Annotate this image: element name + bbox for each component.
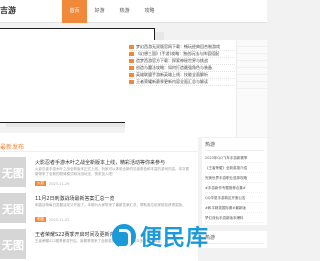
rank-marker (129, 45, 134, 49)
article-meta: 刺激 2023-11-02 (35, 217, 69, 222)
nav-item-hot-games[interactable]: 热游 (112, 0, 137, 23)
article-date: 2023-11-02 (49, 217, 70, 222)
list-item[interactable]: 造梦西游官方下载：探索神秘世界与挑战 (129, 58, 239, 65)
list-item-title: 创造与魔法攻略：如何打造最强角色与装备 (136, 65, 212, 70)
nav-item-guides[interactable]: 攻略 (137, 0, 162, 23)
article-thumbnail[interactable]: 无图 (0, 229, 26, 259)
article-summary: 刺激战场每日答题活动又开始了，本期为大家带来了最新答案汇总，帮助各位玩家轻松获得… (35, 203, 186, 207)
recommend-box: 热游 (202, 231, 267, 248)
rank-marker (129, 66, 134, 70)
top-article-list: 梦幻西游无双版官网下载：畅玩经典回合制游戏 《幻想三国》(手游)攻略：独创玩法与… (125, 40, 243, 137)
article-date: 2023-11-29 (49, 181, 70, 186)
thumbnail-placeholder-text: 无图 (2, 239, 24, 252)
list-item[interactable]: 王者荣耀新赛季更新内容全面汇总与解读 (129, 79, 239, 86)
list-item-title: 《幻想三国》(手游)攻略：独创玩法与阵容搭配 (136, 51, 220, 56)
section-title: 最新发布 (0, 144, 25, 151)
sidebar-title: 热游 (205, 234, 264, 244)
site-header: 吉游 首页 好游 热游 攻略 (0, 0, 267, 23)
watermark: 便民库 (112, 220, 209, 252)
list-item-title: 造梦西游官方下载：探索神秘世界与挑战 (136, 58, 208, 63)
watermark-logo-icon (112, 224, 136, 249)
list-side-strip (236, 40, 267, 137)
divider (0, 151, 198, 152)
thumbnail-placeholder-text: 无图 (2, 167, 24, 180)
article-title[interactable]: 火影忍者手游木叶之战全新版本上线，精彩活动等你来参与 (35, 159, 165, 166)
rank-marker (129, 80, 134, 84)
watermark-text: 便民库 (140, 226, 210, 251)
list-item-title: 王者荣耀新赛季更新内容全面汇总与解读 (136, 79, 208, 84)
sidebar-link[interactable]: QQ华夏手游新区开服公告 (205, 193, 264, 203)
list-item[interactable]: 《幻想三国》(手游)攻略：独创玩法与阵容搭配 (129, 51, 239, 58)
article-item[interactable]: 无图 火影忍者手游木叶之战全新版本上线，精彩活动等你来参与 火影忍者手游木叶之战… (0, 157, 198, 193)
article-summary: 火影忍者手游木叶之战全新版本正式上线，玩家可以体验全新的忍者角色和丰富的游戏内容… (35, 167, 189, 176)
sidebar-link[interactable]: 《王者荣耀》全新英雄介绍 (205, 163, 264, 173)
article-meta: 火影 2023-11-29 (35, 181, 69, 186)
thumbnail-placeholder-text: 无图 (2, 203, 24, 216)
sidebar-link[interactable]: #手游新作专题推荐合集# (205, 183, 264, 193)
sidebar-link[interactable]: #和平精英国际服#最新版 (205, 203, 264, 213)
list-item-title: 梦幻西游无双版官网下载：畅玩经典回合制游戏 (136, 44, 220, 49)
nav-item-home[interactable]: 首页 (62, 0, 87, 23)
sidebar-link[interactable]: 完美世界手游职业选择攻略 (205, 173, 264, 183)
article-title[interactable]: 11月2日刺激战场最新答案汇总一览 (35, 195, 115, 202)
sidebar-link[interactable]: 2023年QQ飞车手游新赛季 (205, 153, 264, 163)
rank-marker (129, 52, 134, 56)
list-item[interactable]: 英雄联盟手游新英雄上线：技能全面解析 (129, 72, 239, 79)
hot-games-box: 热游 2023年QQ飞车手游新赛季 《王者荣耀》全新英雄介绍 完美世界手游职业选… (202, 138, 267, 225)
article-tag[interactable]: 火影 (35, 181, 46, 186)
site-logo[interactable]: 吉游 (0, 5, 16, 16)
nav-item-good-games[interactable]: 好游 (87, 0, 112, 23)
sidebar-link[interactable]: 梦幻诛仙手游新版本爆料 (205, 213, 264, 223)
article-tag[interactable]: 刺激 (35, 217, 46, 222)
rank-marker (129, 73, 134, 77)
article-thumbnail[interactable]: 无图 (0, 157, 26, 187)
list-item[interactable]: 梦幻西游无双版官网下载：畅玩经典回合制游戏 (129, 44, 239, 51)
list-item-title: 英雄联盟手游新英雄上线：技能全面解析 (136, 72, 208, 77)
list-item[interactable]: 创造与魔法攻略：如何打造最强角色与装备 (129, 65, 239, 72)
right-sidebar: 热游 2023年QQ飞车手游新赛季 《王者荣耀》全新英雄介绍 完美世界手游职业选… (202, 138, 267, 261)
rank-marker (129, 59, 134, 63)
sidebar-title: 热游 (205, 141, 264, 151)
main-nav: 首页 好游 热游 攻略 (62, 0, 162, 23)
article-thumbnail[interactable]: 无图 (0, 193, 26, 223)
